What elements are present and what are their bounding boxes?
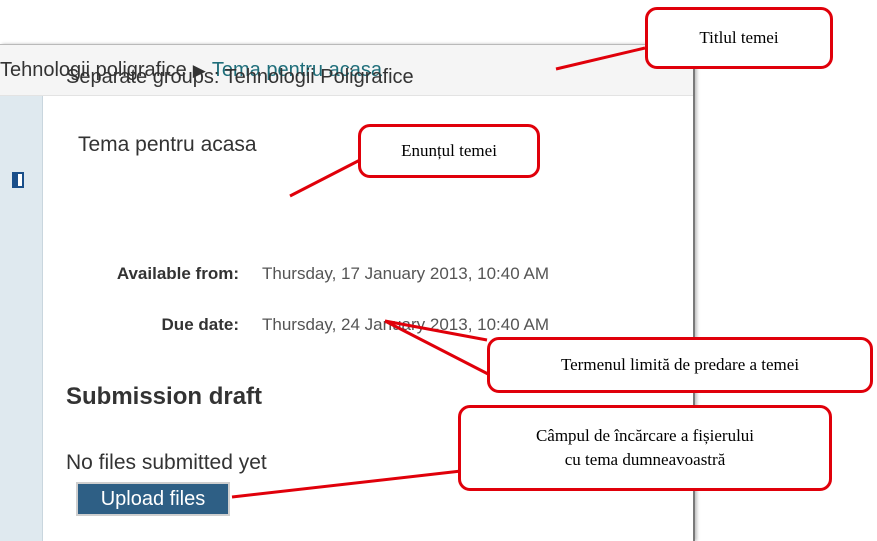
submission-status: No files submitted yet — [66, 451, 267, 474]
due-date-value: Thursday, 24 January 2013, 10:40 AM — [262, 315, 549, 334]
block-dock — [0, 96, 43, 541]
dock-toggle-icon[interactable] — [12, 172, 24, 188]
callout-upload-line1: Câmpul de încărcare a fișierului — [535, 426, 755, 445]
submission-draft-heading: Submission draft — [66, 383, 263, 410]
callout-statement: Enunțul temei — [358, 124, 540, 178]
assignment-intro: Tema pentru acasa — [78, 133, 257, 156]
callout-upload-line2: cu tema dumneavoastră — [564, 450, 726, 469]
upload-files-button[interactable]: Upload files — [76, 482, 230, 516]
available-from-value: Thursday, 17 January 2013, 10:40 AM — [262, 264, 549, 283]
callout-deadline: Termenul limită de predare a temei — [487, 337, 873, 393]
callout-title: Titlul temei — [645, 7, 833, 69]
due-date-label: Due date: — [161, 315, 239, 334]
groups-selector-label: Separate groups: Tehnologii Poligrafice — [66, 66, 414, 88]
callout-upload: Câmpul de încărcare a fișierului cu tema… — [458, 405, 832, 491]
available-from-label: Available from: — [116, 264, 239, 283]
